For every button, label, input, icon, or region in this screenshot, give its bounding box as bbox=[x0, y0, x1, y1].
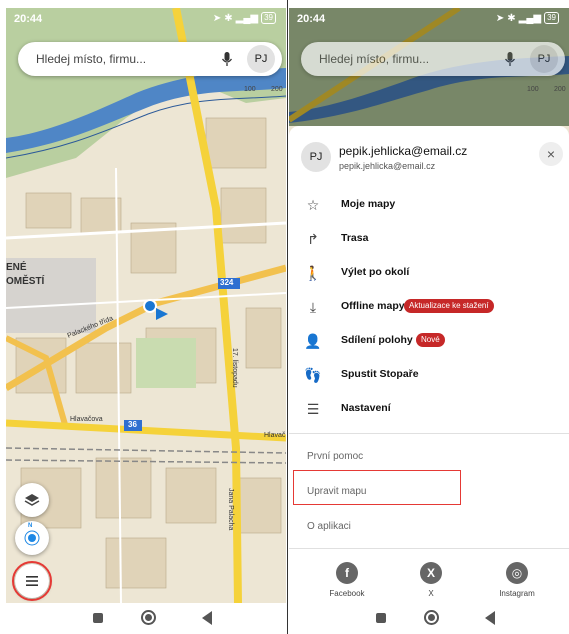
menu-item-moje-mapy[interactable]: ☆ Moje mapy bbox=[289, 188, 569, 222]
menu-item-label: Moje mapy bbox=[341, 198, 396, 210]
update-badge: Aktualizace ke stažení bbox=[404, 299, 494, 313]
x-label: X bbox=[428, 589, 434, 598]
menu-button-highlight bbox=[12, 561, 52, 601]
scale-label-200: 200 bbox=[271, 86, 283, 93]
status-bar-right: 20:44 ➤ ✱ ▂▄▆ 39 bbox=[289, 8, 569, 32]
map[interactable]: 20:44 ➤ ✱ ▂▄▆ 39 Hledej místo, firmu... … bbox=[6, 8, 286, 603]
status-time: 20:44 bbox=[14, 13, 43, 25]
close-button[interactable]: × bbox=[539, 142, 563, 166]
instagram-icon: ◎ bbox=[506, 562, 528, 584]
facebook-label: Facebook bbox=[329, 589, 365, 598]
status-icons: ➤ ✱ ▂▄▆ 39 bbox=[213, 12, 276, 24]
scale-label-100: 100 bbox=[244, 86, 256, 93]
compass-icon bbox=[24, 530, 40, 546]
bluetooth-icon: ✱ bbox=[224, 12, 233, 24]
first-aid-link[interactable]: První pomoc bbox=[307, 451, 363, 462]
menu-item-label: Výlet po okolí bbox=[341, 266, 410, 278]
menu-item-label: Nastavení bbox=[341, 402, 391, 414]
menu-item-vylet[interactable]: 🚶 Výlet po okolí bbox=[289, 256, 569, 290]
home-icon[interactable] bbox=[141, 610, 156, 625]
route-icon: ↱ bbox=[307, 231, 319, 247]
about-app-link[interactable]: O aplikaci bbox=[307, 521, 351, 532]
map-label-omesti: OMĚSTÍ bbox=[6, 276, 45, 287]
account-name: pepik.jehlicka@email.cz bbox=[339, 144, 468, 158]
location-icon-right: ➤ bbox=[495, 12, 505, 24]
map-label-street-jana-palacha: Jana Palacha bbox=[227, 488, 234, 531]
menu-item-trasa[interactable]: ↱ Trasa bbox=[289, 222, 569, 256]
menu-item-sdileni-polohy[interactable]: 👤 Sdílení polohy Nové bbox=[289, 324, 569, 358]
search-input[interactable]: Hledej místo, firmu... bbox=[36, 52, 146, 66]
footprints-icon: 👣 bbox=[304, 367, 322, 383]
star-icon: ☆ bbox=[306, 197, 320, 213]
x-icon: X bbox=[420, 562, 442, 584]
scale-label-100-right: 100 bbox=[527, 86, 539, 93]
account-email: pepik.jehlicka@email.cz bbox=[339, 161, 436, 171]
menu-item-label: Trasa bbox=[341, 232, 369, 244]
menu-item-spustit-stopare[interactable]: 👣 Spustit Stopaře bbox=[289, 358, 569, 392]
download-icon: ⤓ bbox=[309, 299, 317, 315]
instagram-label: Instagram bbox=[499, 589, 535, 598]
facebook-icon: f bbox=[336, 562, 358, 584]
back-icon[interactable] bbox=[202, 611, 212, 625]
system-nav-bar-right bbox=[289, 605, 569, 634]
avatar-right: PJ bbox=[530, 45, 558, 73]
road-number-36: 36 bbox=[128, 420, 137, 429]
account-header[interactable]: PJ pepik.jehlicka@email.cz pepik.jehlick… bbox=[301, 138, 569, 178]
signal-icon: ▂▄▆ bbox=[235, 12, 259, 24]
phone-right: 20:44 ➤ ✱ ▂▄▆ 39 Hledej místo, firmu... … bbox=[289, 8, 569, 634]
microphone-icon[interactable] bbox=[218, 50, 236, 68]
divider bbox=[289, 548, 569, 549]
x-link[interactable]: X X bbox=[401, 562, 461, 598]
search-input-right: Hledej místo, firmu... bbox=[319, 52, 430, 66]
layers-button[interactable] bbox=[15, 483, 49, 517]
share-location-icon: 👤 bbox=[304, 333, 322, 349]
map-label-street-hlavacova: Hlavačova bbox=[70, 416, 103, 423]
scale-label-200-right: 200 bbox=[554, 86, 566, 93]
recents-icon[interactable] bbox=[93, 613, 103, 623]
menu-item-label: Sdílení polohy bbox=[341, 334, 413, 346]
facebook-link[interactable]: f Facebook bbox=[317, 562, 377, 598]
location-icon: ➤ bbox=[212, 12, 222, 24]
instagram-link[interactable]: ◎ Instagram bbox=[487, 562, 547, 598]
status-time-right: 20:44 bbox=[297, 13, 326, 25]
status-icons-right: ➤ ✱ ▂▄▆ 39 bbox=[496, 12, 559, 24]
status-bar: 20:44 ➤ ✱ ▂▄▆ 39 bbox=[6, 8, 286, 32]
map-label-street-17-listopadu: 17. listopadu bbox=[231, 348, 238, 388]
recents-icon-right[interactable] bbox=[376, 613, 386, 623]
top-strip bbox=[0, 0, 569, 8]
signal-icon-right: ▂▄▆ bbox=[518, 12, 542, 24]
new-badge: Nové bbox=[416, 333, 445, 347]
home-icon-right[interactable] bbox=[424, 610, 439, 625]
system-nav-bar bbox=[6, 605, 286, 634]
map-dimmed: 20:44 ➤ ✱ ▂▄▆ 39 Hledej místo, firmu... … bbox=[289, 8, 569, 603]
compass-north-label: N bbox=[28, 523, 33, 529]
stopar-highlight bbox=[293, 470, 461, 505]
hiking-icon: 🚶 bbox=[304, 265, 322, 281]
account-avatar: PJ bbox=[301, 142, 331, 172]
settings-sliders-icon: ☰ bbox=[306, 401, 320, 417]
menu-item-label: Offline mapy bbox=[341, 300, 405, 312]
divider bbox=[289, 433, 569, 434]
menu-item-nastaveni[interactable]: ☰ Nastavení bbox=[289, 392, 569, 426]
battery-icon-right: 39 bbox=[544, 12, 559, 24]
microphone-icon-right bbox=[504, 52, 516, 66]
back-icon-right[interactable] bbox=[485, 611, 495, 625]
road-number-324: 324 bbox=[220, 278, 234, 287]
map-label-ene: ENÉ bbox=[6, 262, 27, 273]
map-label-street-hlavac: Hlavač bbox=[264, 432, 286, 439]
layers-icon bbox=[24, 494, 40, 506]
bluetooth-icon-right: ✱ bbox=[507, 12, 516, 24]
search-bar[interactable]: Hledej místo, firmu... PJ bbox=[18, 42, 282, 76]
menu-sheet: PJ pepik.jehlicka@email.cz pepik.jehlick… bbox=[289, 126, 569, 603]
phone-left: 20:44 ➤ ✱ ▂▄▆ 39 Hledej místo, firmu... … bbox=[6, 8, 286, 634]
menu-item-label: Spustit Stopaře bbox=[341, 368, 419, 380]
menu-item-offline-mapy[interactable]: ⤓ Offline mapy Aktualizace ke stažení bbox=[289, 290, 569, 324]
search-bar-right: Hledej místo, firmu... PJ bbox=[301, 42, 565, 76]
battery-icon: 39 bbox=[261, 12, 276, 24]
avatar[interactable]: PJ bbox=[247, 45, 275, 73]
map-graphic bbox=[6, 8, 286, 603]
